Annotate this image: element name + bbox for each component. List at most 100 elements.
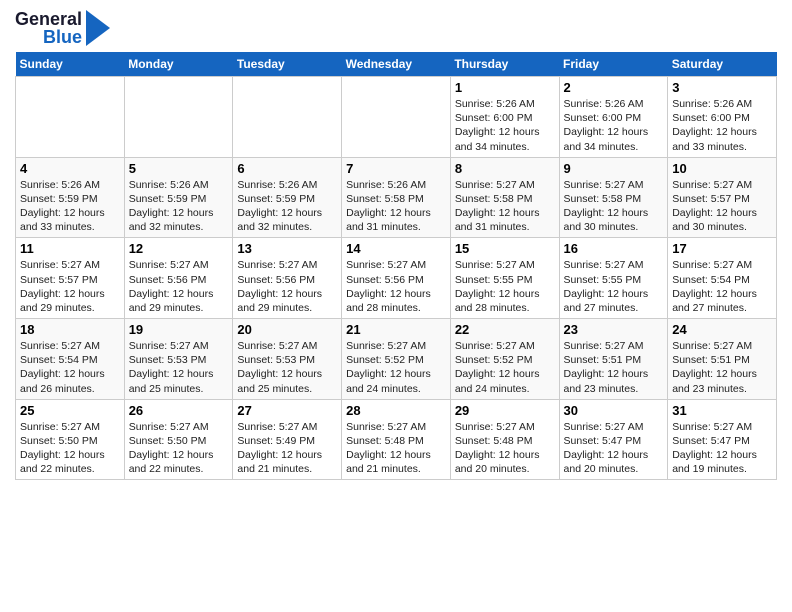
calendar-cell: 3Sunrise: 5:26 AM Sunset: 6:00 PM Daylig… xyxy=(668,77,777,158)
calendar-cell: 29Sunrise: 5:27 AM Sunset: 5:48 PM Dayli… xyxy=(450,399,559,480)
calendar-cell: 27 Sunrise: 5:27 AM Sunset: 5:49 PM Dayli… xyxy=(233,399,342,480)
day-number: 15 xyxy=(455,241,555,256)
calendar-cell: 20 Sunrise: 5:27 AM Sunset: 5:53 PM Dayli… xyxy=(233,319,342,400)
calendar-cell: 14Sunrise: 5:27 AM Sunset: 5:56 PM Dayli… xyxy=(342,238,451,319)
day-info: Sunrise: 5:27 AM Sunset: 5:49 PM Dayligh… xyxy=(237,420,337,477)
day-info: Sunrise: 5:27 AM Sunset: 5:56 PM Dayligh… xyxy=(129,258,229,315)
day-info: Sunrise: 5:26 AM Sunset: 5:59 PM Dayligh… xyxy=(20,178,120,235)
day-number: 7 xyxy=(346,161,446,176)
calendar-cell: 30 Sunrise: 5:27 AM Sunset: 5:47 PM Dayli… xyxy=(559,399,668,480)
calendar-cell: 5Sunrise: 5:26 AM Sunset: 5:59 PM Daylig… xyxy=(124,157,233,238)
calendar-cell: 21Sunrise: 5:27 AM Sunset: 5:52 PM Dayli… xyxy=(342,319,451,400)
page-header: General Blue xyxy=(15,10,777,46)
calendar-cell: 6 Sunrise: 5:26 AM Sunset: 5:59 PM Daylig… xyxy=(233,157,342,238)
calendar-cell: 26 Sunrise: 5:27 AM Sunset: 5:50 PM Dayli… xyxy=(124,399,233,480)
day-info: Sunrise: 5:27 AM Sunset: 5:51 PM Dayligh… xyxy=(564,339,664,396)
day-number: 31 xyxy=(672,403,772,418)
day-number: 6 xyxy=(237,161,337,176)
calendar-week-row: 25Sunrise: 5:27 AM Sunset: 5:50 PM Dayli… xyxy=(16,399,777,480)
calendar-cell xyxy=(124,77,233,158)
day-info: Sunrise: 5:26 AM Sunset: 5:59 PM Dayligh… xyxy=(237,178,337,235)
calendar-cell: 2 Sunrise: 5:26 AM Sunset: 6:00 PM Daylig… xyxy=(559,77,668,158)
day-number: 23 xyxy=(564,322,664,337)
day-number: 9 xyxy=(564,161,664,176)
day-info: Sunrise: 5:27 AM Sunset: 5:55 PM Dayligh… xyxy=(455,258,555,315)
day-number: 10 xyxy=(672,161,772,176)
day-info: Sunrise: 5:26 AM Sunset: 5:58 PM Dayligh… xyxy=(346,178,446,235)
calendar-cell: 18Sunrise: 5:27 AM Sunset: 5:54 PM Dayli… xyxy=(16,319,125,400)
calendar-cell: 23 Sunrise: 5:27 AM Sunset: 5:51 PM Dayli… xyxy=(559,319,668,400)
calendar-cell: 25Sunrise: 5:27 AM Sunset: 5:50 PM Dayli… xyxy=(16,399,125,480)
day-number: 4 xyxy=(20,161,120,176)
day-number: 17 xyxy=(672,241,772,256)
weekday-header: Wednesday xyxy=(342,52,451,77)
weekday-header: Saturday xyxy=(668,52,777,77)
logo-text-group: General Blue xyxy=(15,10,82,46)
day-info: Sunrise: 5:27 AM Sunset: 5:50 PM Dayligh… xyxy=(20,420,120,477)
weekday-header: Friday xyxy=(559,52,668,77)
calendar-cell: 13Sunrise: 5:27 AM Sunset: 5:56 PM Dayli… xyxy=(233,238,342,319)
day-number: 21 xyxy=(346,322,446,337)
day-info: Sunrise: 5:27 AM Sunset: 5:58 PM Dayligh… xyxy=(564,178,664,235)
day-number: 8 xyxy=(455,161,555,176)
day-info: Sunrise: 5:27 AM Sunset: 5:54 PM Dayligh… xyxy=(672,258,772,315)
day-info: Sunrise: 5:27 AM Sunset: 5:54 PM Dayligh… xyxy=(20,339,120,396)
day-info: Sunrise: 5:27 AM Sunset: 5:53 PM Dayligh… xyxy=(129,339,229,396)
calendar-cell: 28 Sunrise: 5:27 AM Sunset: 5:48 PM Dayli… xyxy=(342,399,451,480)
calendar-cell xyxy=(16,77,125,158)
calendar-cell: 11 Sunrise: 5:27 AM Sunset: 5:57 PM Dayli… xyxy=(16,238,125,319)
calendar-cell: 10 Sunrise: 5:27 AM Sunset: 5:57 PM Dayli… xyxy=(668,157,777,238)
calendar-cell xyxy=(233,77,342,158)
day-info: Sunrise: 5:27 AM Sunset: 5:53 PM Dayligh… xyxy=(237,339,337,396)
day-number: 22 xyxy=(455,322,555,337)
day-info: Sunrise: 5:27 AM Sunset: 5:56 PM Dayligh… xyxy=(346,258,446,315)
weekday-header: Monday xyxy=(124,52,233,77)
calendar-body: 1Sunrise: 5:26 AM Sunset: 6:00 PM Daylig… xyxy=(16,77,777,480)
day-number: 3 xyxy=(672,80,772,95)
day-info: Sunrise: 5:27 AM Sunset: 5:47 PM Dayligh… xyxy=(672,420,772,477)
day-info: Sunrise: 5:27 AM Sunset: 5:58 PM Dayligh… xyxy=(455,178,555,235)
weekday-header: Thursday xyxy=(450,52,559,77)
day-number: 30 xyxy=(564,403,664,418)
day-number: 20 xyxy=(237,322,337,337)
day-info: Sunrise: 5:27 AM Sunset: 5:52 PM Dayligh… xyxy=(455,339,555,396)
day-number: 11 xyxy=(20,241,120,256)
day-info: Sunrise: 5:26 AM Sunset: 5:59 PM Dayligh… xyxy=(129,178,229,235)
day-info: Sunrise: 5:26 AM Sunset: 6:00 PM Dayligh… xyxy=(564,97,664,154)
calendar-cell: 8 Sunrise: 5:27 AM Sunset: 5:58 PM Daylig… xyxy=(450,157,559,238)
calendar-cell: 17 Sunrise: 5:27 AM Sunset: 5:54 PM Dayli… xyxy=(668,238,777,319)
logo-blue: Blue xyxy=(43,28,82,46)
day-number: 2 xyxy=(564,80,664,95)
day-number: 27 xyxy=(237,403,337,418)
day-info: Sunrise: 5:27 AM Sunset: 5:55 PM Dayligh… xyxy=(564,258,664,315)
day-number: 29 xyxy=(455,403,555,418)
calendar-week-row: 4 Sunrise: 5:26 AM Sunset: 5:59 PM Daylig… xyxy=(16,157,777,238)
day-number: 19 xyxy=(129,322,229,337)
calendar-week-row: 11 Sunrise: 5:27 AM Sunset: 5:57 PM Dayli… xyxy=(16,238,777,319)
day-number: 26 xyxy=(129,403,229,418)
weekday-header: Sunday xyxy=(16,52,125,77)
day-number: 28 xyxy=(346,403,446,418)
day-info: Sunrise: 5:27 AM Sunset: 5:50 PM Dayligh… xyxy=(129,420,229,477)
day-number: 16 xyxy=(564,241,664,256)
calendar-table: SundayMondayTuesdayWednesdayThursdayFrid… xyxy=(15,52,777,480)
logo-icon xyxy=(86,10,110,46)
calendar-week-row: 1Sunrise: 5:26 AM Sunset: 6:00 PM Daylig… xyxy=(16,77,777,158)
logo-general: General xyxy=(15,10,82,28)
day-info: Sunrise: 5:27 AM Sunset: 5:57 PM Dayligh… xyxy=(672,178,772,235)
logo: General Blue xyxy=(15,10,110,46)
calendar-cell: 4 Sunrise: 5:26 AM Sunset: 5:59 PM Daylig… xyxy=(16,157,125,238)
calendar-week-row: 18Sunrise: 5:27 AM Sunset: 5:54 PM Dayli… xyxy=(16,319,777,400)
day-info: Sunrise: 5:27 AM Sunset: 5:48 PM Dayligh… xyxy=(346,420,446,477)
calendar-cell: 24Sunrise: 5:27 AM Sunset: 5:51 PM Dayli… xyxy=(668,319,777,400)
calendar-cell xyxy=(342,77,451,158)
calendar-cell: 12 Sunrise: 5:27 AM Sunset: 5:56 PM Dayli… xyxy=(124,238,233,319)
calendar-cell: 19 Sunrise: 5:27 AM Sunset: 5:53 PM Dayli… xyxy=(124,319,233,400)
day-info: Sunrise: 5:27 AM Sunset: 5:47 PM Dayligh… xyxy=(564,420,664,477)
calendar-cell: 31 Sunrise: 5:27 AM Sunset: 5:47 PM Dayli… xyxy=(668,399,777,480)
logo-container: General Blue xyxy=(15,10,110,46)
calendar-cell: 16 Sunrise: 5:27 AM Sunset: 5:55 PM Dayli… xyxy=(559,238,668,319)
day-number: 12 xyxy=(129,241,229,256)
day-info: Sunrise: 5:26 AM Sunset: 6:00 PM Dayligh… xyxy=(455,97,555,154)
day-info: Sunrise: 5:27 AM Sunset: 5:57 PM Dayligh… xyxy=(20,258,120,315)
